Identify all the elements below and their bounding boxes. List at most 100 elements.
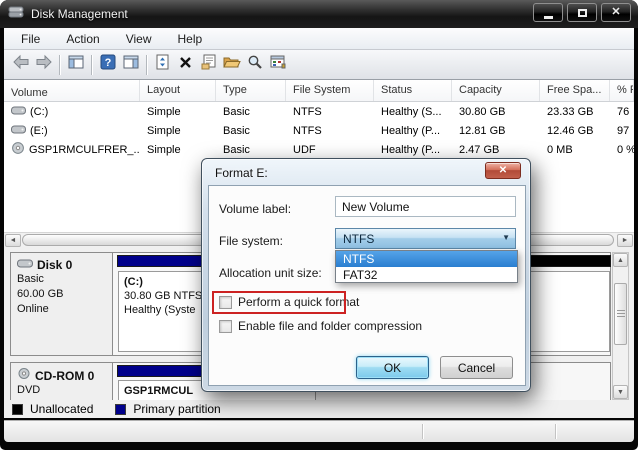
volume-row-e[interactable]: (E:) Simple Basic NTFS Healthy (P... 12.…	[4, 121, 634, 140]
volume-name: (E:)	[30, 124, 48, 137]
volume-label-input[interactable]	[335, 196, 516, 217]
title-bar[interactable]: Disk Management ✕	[0, 0, 638, 28]
properties-button[interactable]	[197, 53, 220, 76]
vertical-scrollbar[interactable]: ▲ ▼	[612, 252, 629, 400]
show-console-tree-icon	[68, 55, 84, 74]
legend-primary-label: Primary partition	[133, 402, 221, 416]
toolbar-separator	[146, 54, 147, 75]
primary-partition-swatch	[115, 403, 127, 415]
cell-layout: Simple	[147, 105, 181, 118]
scroll-down-arrow[interactable]: ▼	[613, 385, 628, 399]
open-folder-icon	[222, 55, 241, 74]
disk-icon	[17, 258, 33, 272]
cd-icon	[11, 141, 25, 158]
status-separator	[422, 424, 423, 439]
minimize-icon	[543, 15, 553, 19]
disk0-title: Disk 0	[37, 258, 73, 272]
disk-events-button[interactable]	[266, 53, 289, 76]
cd-drive-icon	[17, 368, 31, 383]
delete-icon	[178, 55, 193, 75]
maximize-button[interactable]	[567, 3, 597, 22]
column-header-percent-free[interactable]: % F	[610, 80, 634, 101]
dialog-close-button[interactable]: ✕	[485, 162, 521, 179]
menu-file[interactable]: File	[8, 30, 53, 48]
forward-button[interactable]	[32, 53, 55, 76]
compression-label: Enable file and folder compression	[238, 319, 423, 333]
menu-action[interactable]: Action	[53, 30, 112, 48]
close-button[interactable]: ✕	[601, 3, 631, 22]
status-bar	[4, 420, 634, 442]
minimize-button[interactable]	[533, 3, 563, 22]
menu-view[interactable]: View	[113, 30, 165, 48]
volume-name: (C:)	[30, 105, 49, 118]
cancel-button[interactable]: Cancel	[440, 356, 513, 379]
scroll-left-arrow[interactable]: ◄	[5, 234, 21, 247]
window-controls: ✕	[533, 3, 631, 22]
scroll-right-arrow[interactable]: ►	[617, 234, 633, 247]
format-dialog: Format E: ✕ Volume label: File system: N…	[201, 158, 531, 392]
show-console-tree-button[interactable]	[64, 53, 87, 76]
cell-layout: Simple	[147, 143, 181, 156]
help-button[interactable]: ?	[96, 53, 119, 76]
dropdown-option-ntfs[interactable]: NTFS	[336, 251, 517, 267]
disk0-status: Online	[17, 303, 49, 315]
back-button[interactable]	[9, 53, 32, 76]
file-system-value: NTFS	[343, 231, 375, 246]
cell-file-system: NTFS	[293, 124, 322, 137]
scroll-up-arrow[interactable]: ▲	[613, 253, 628, 267]
drive-icon	[11, 124, 26, 138]
cell-free-space: 0 MB	[547, 143, 573, 156]
menu-bar: File Action View Help	[4, 28, 634, 50]
cell-free-space: 12.46 GB	[547, 124, 594, 137]
zoom-button[interactable]	[243, 53, 266, 76]
menu-help[interactable]: Help	[165, 30, 216, 48]
ok-button[interactable]: OK	[356, 356, 429, 379]
compression-checkbox[interactable]	[219, 320, 232, 333]
refresh-button[interactable]	[151, 53, 174, 76]
dialog-client-area: Volume label: File system: NTFS ▼ Alloca…	[208, 185, 526, 386]
cell-status: Healthy (S...	[381, 105, 442, 118]
cell-type: Basic	[223, 124, 250, 137]
column-header-file-system[interactable]: File System	[286, 80, 374, 101]
legend-unallocated-label: Unallocated	[30, 402, 94, 416]
volume-row-c[interactable]: (C:) Simple Basic NTFS Healthy (S... 30.…	[4, 102, 634, 121]
file-system-combobox[interactable]: NTFS ▼	[335, 228, 516, 249]
volume-list-header: Volume Layout Type File System Status Ca…	[4, 80, 634, 102]
chevron-down-icon: ▼	[502, 233, 510, 242]
help-icon: ?	[100, 54, 116, 75]
toolbar-separator	[59, 54, 60, 75]
open-folder-button[interactable]	[220, 53, 243, 76]
properties-icon	[201, 54, 217, 75]
show-action-pane-icon	[123, 55, 139, 74]
unallocated-swatch	[12, 403, 23, 415]
delete-button[interactable]	[174, 53, 197, 76]
column-header-layout[interactable]: Layout	[140, 80, 216, 101]
cell-file-system: UDF	[293, 143, 316, 156]
dialog-title: Format E:	[215, 166, 268, 180]
unallocated-block[interactable]	[527, 255, 611, 353]
dropdown-option-fat32[interactable]: FAT32	[336, 267, 517, 283]
cell-file-system: NTFS	[293, 105, 322, 118]
vertical-scroll-thumb[interactable]	[614, 283, 627, 345]
close-icon: ✕	[611, 6, 621, 18]
column-header-capacity[interactable]: Capacity	[452, 80, 540, 101]
disk0-size: 60.00 GB	[17, 288, 64, 300]
window-title: Disk Management	[31, 7, 128, 21]
partition-legend: Unallocated Primary partition	[4, 400, 634, 418]
cell-status: Healthy (P...	[381, 124, 441, 137]
disk0-label-panel[interactable]: Disk 0 Basic 60.00 GB Online	[11, 253, 113, 355]
disk-management-window: Disk Management ✕ File Action View Help …	[0, 0, 638, 450]
column-header-status[interactable]: Status	[374, 80, 452, 101]
cdrom0-title: CD-ROM 0	[35, 368, 95, 383]
volume-row-gsp[interactable]: GSP1RMCULFRER_... Simple Basic UDF Healt…	[4, 140, 634, 159]
cell-percent-free: 97	[617, 124, 630, 137]
cell-layout: Simple	[147, 124, 181, 137]
cell-type: Basic	[223, 105, 250, 118]
show-action-pane-button[interactable]	[119, 53, 142, 76]
column-header-free-space[interactable]: Free Spa...	[540, 80, 610, 101]
cell-type: Basic	[223, 143, 250, 156]
cell-capacity: 12.81 GB	[459, 124, 506, 137]
maximize-icon	[577, 8, 587, 17]
column-header-type[interactable]: Type	[216, 80, 286, 101]
column-header-volume[interactable]: Volume	[4, 80, 140, 101]
